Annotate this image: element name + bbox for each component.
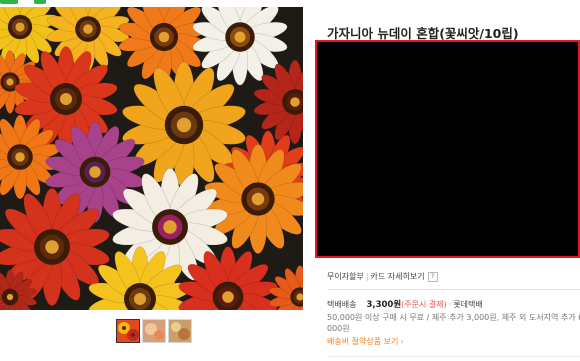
flower-decoration <box>268 265 303 310</box>
card-benefit-link[interactable]: 카드 자세히보기 <box>371 272 425 281</box>
shipping-fee-link-row[interactable]: 배송비 절약상품 보기 › <box>327 336 404 347</box>
shipping-condition-cont: 000원 <box>327 324 350 333</box>
separator-dot: · <box>448 300 452 309</box>
thumbnail-3[interactable] <box>168 319 192 343</box>
thumbnail-1[interactable] <box>116 319 140 343</box>
shipping-price: 3,300원 <box>366 300 402 310</box>
separator: | <box>365 272 369 281</box>
shipping-label: 택배배송 <box>327 300 357 309</box>
help-icon[interactable]: ? <box>427 271 438 282</box>
thumbnail-strip <box>116 319 192 343</box>
shipping-pay-note: (주문시 결제) <box>401 300 447 309</box>
shipping-carrier: 롯데택배 <box>453 300 483 309</box>
product-main-image <box>0 7 303 310</box>
top-tab <box>34 0 46 4</box>
payment-info-row: 무이자할부 | 카드 자세히보기? <box>327 271 438 282</box>
promo-banner <box>315 40 580 258</box>
thumbnail-2[interactable] <box>142 319 166 343</box>
divider <box>327 356 580 357</box>
chevron-right-icon: › <box>400 337 404 346</box>
no-interest-label: 무이자할부 <box>327 272 364 281</box>
shipping-fee-link[interactable]: 배송비 절약상품 보기 <box>327 337 398 346</box>
divider <box>327 289 580 290</box>
shipping-condition: 50,000원 이상 구매 시 무료 / 제주 추가 3,000원, 제주 외 … <box>327 313 580 322</box>
top-tab <box>0 0 18 4</box>
top-strip <box>0 0 580 5</box>
shipping-row: 택배배송 3,300원(주문시 결제) · 롯데택배 <box>327 298 483 310</box>
